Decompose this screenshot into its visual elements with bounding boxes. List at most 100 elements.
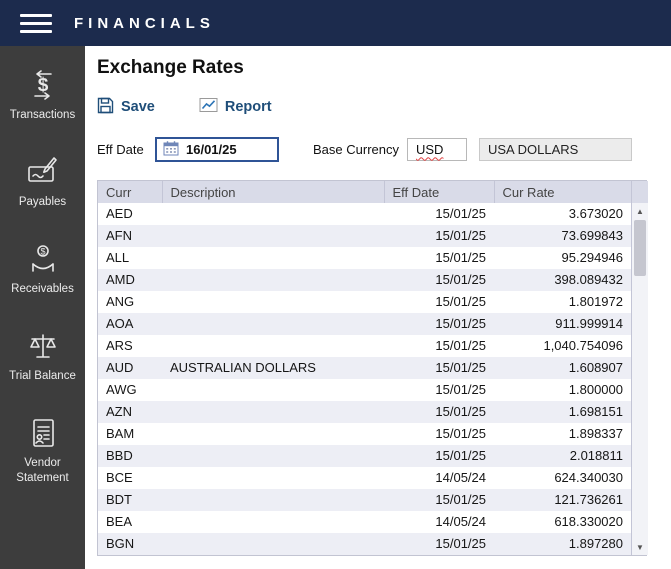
table-row[interactable]: BBD 15/01/25 2.018811 <box>98 445 631 467</box>
cell-desc <box>162 269 384 291</box>
hamburger-menu-icon[interactable] <box>20 9 52 38</box>
cell-curr: AMD <box>106 272 135 287</box>
cell-rate: 618.330020 <box>554 514 623 529</box>
table-row[interactable]: BAM 15/01/25 1.898337 <box>98 423 631 445</box>
table-row[interactable]: ANG 15/01/25 1.801972 <box>98 291 631 313</box>
cell-desc <box>162 511 384 533</box>
app-window: FINANCIALS $ Transactions Payables $ Rec… <box>0 0 671 569</box>
table-row[interactable]: BDT 15/01/25 121.736261 <box>98 489 631 511</box>
scrollbar-header-cap <box>632 181 648 203</box>
save-button[interactable]: Save <box>97 97 155 118</box>
cell-curr: ARS <box>106 338 133 353</box>
column-header-description[interactable]: Description <box>162 181 385 203</box>
table-row[interactable]: AMD 15/01/25 398.089432 <box>98 269 631 291</box>
table-row[interactable]: AWG 15/01/25 1.800000 <box>98 379 631 401</box>
cell-desc <box>162 445 384 467</box>
cell-rate: 1.898337 <box>568 426 623 441</box>
cell-rate: 1.698151 <box>568 404 623 419</box>
sidebar-item-vendor-statement[interactable]: Vendor Statement <box>0 414 85 486</box>
cell-curr: AWG <box>106 382 137 397</box>
cell-curr: BCE <box>106 470 133 485</box>
exchange-rates-table: Curr Description Eff Date Cur Rate AED 15… <box>97 180 648 556</box>
cell-curr: BGN <box>106 536 135 551</box>
sidebar-item-trial-balance[interactable]: Trial Balance <box>0 327 85 384</box>
exchange-rates-tbody: AED 15/01/25 3.673020 AFN 15/01/25 73.699843 A… <box>98 203 631 555</box>
table-row[interactable]: AOA 15/01/25 911.999914 <box>98 313 631 335</box>
cell-rate: 73.699843 <box>561 228 623 243</box>
cell-curr: AFN <box>106 228 132 243</box>
table-row[interactable]: AZN 15/01/25 1.698151 <box>98 401 631 423</box>
report-chart-icon <box>199 97 218 117</box>
eff-date-input[interactable]: 16/01/25 <box>155 136 279 162</box>
sidebar-item-label: Transactions <box>9 109 76 121</box>
table-row[interactable]: ARS 15/01/25 1,040.754096 <box>98 335 631 357</box>
cell-date: 15/01/25 <box>435 272 486 287</box>
sidebar: $ Transactions Payables $ Receivables Tr… <box>0 46 85 569</box>
svg-text:$: $ <box>40 247 45 257</box>
page-title: Exchange Rates <box>97 57 244 78</box>
cell-rate: 95.294946 <box>561 250 623 265</box>
cell-curr: AUD <box>106 360 134 375</box>
cell-desc <box>162 401 384 423</box>
app-title: FINANCIALS <box>74 14 215 32</box>
base-currency-label: Base Currency <box>313 141 399 157</box>
column-header-cur-rate[interactable]: Cur Rate <box>494 181 631 203</box>
report-button[interactable]: Report <box>199 97 272 117</box>
cell-rate: 1,040.754096 <box>543 338 623 353</box>
cell-rate: 1.800000 <box>568 382 623 397</box>
cell-desc <box>162 291 384 313</box>
cell-curr: ALL <box>106 250 130 265</box>
scroll-up-button[interactable]: ▲ <box>632 203 648 219</box>
cell-date: 15/01/25 <box>435 338 486 353</box>
cell-desc <box>162 247 384 269</box>
scrollbar-thumb[interactable] <box>634 220 646 276</box>
filter-form: Eff Date 16/01/25 Base Currency USD USA … <box>97 136 671 162</box>
cell-rate: 398.089432 <box>554 272 623 287</box>
sidebar-item-label: Payables <box>18 196 67 208</box>
eff-date-label: Eff Date <box>97 141 144 157</box>
dollar-transfer-icon: $ <box>26 66 60 104</box>
sidebar-item-payables[interactable]: Payables <box>0 153 85 210</box>
cell-rate: 911.999914 <box>555 316 623 331</box>
cell-date: 15/01/25 <box>435 228 486 243</box>
cell-desc <box>162 423 384 445</box>
calendar-icon[interactable] <box>163 140 179 159</box>
cell-rate: 1.897280 <box>568 536 623 551</box>
cell-curr: BAM <box>106 426 135 441</box>
column-header-curr[interactable]: Curr <box>98 181 163 203</box>
svg-text:$: $ <box>37 75 48 96</box>
cell-curr: BEA <box>106 514 133 529</box>
cell-date: 15/01/25 <box>435 250 486 265</box>
base-currency-name-field: USA DOLLARS <box>478 137 632 161</box>
table-row[interactable]: BCE 14/05/24 624.340030 <box>98 467 631 489</box>
cell-curr: AZN <box>106 404 132 419</box>
scrollbar-track[interactable] <box>632 219 648 539</box>
table-row[interactable]: BGN 15/01/25 1.897280 <box>98 533 631 555</box>
table-row[interactable]: ALL 15/01/25 95.294946 <box>98 247 631 269</box>
cell-curr: ANG <box>106 294 135 309</box>
cell-desc <box>162 379 384 401</box>
cell-date: 15/01/25 <box>435 536 486 551</box>
cell-desc <box>162 203 384 225</box>
cell-desc <box>162 533 384 555</box>
cell-date: 15/01/25 <box>435 316 486 331</box>
base-currency-input[interactable]: USD <box>406 137 467 161</box>
report-label: Report <box>224 99 272 115</box>
cell-date: 15/01/25 <box>435 360 486 375</box>
main-content: Exchange Rates Save Report Eff Date 16/0… <box>85 46 671 569</box>
table-row[interactable]: AUD AUSTRALIAN DOLLARS 15/01/25 1.608907 <box>98 357 631 379</box>
table-row[interactable]: AFN 15/01/25 73.699843 <box>98 225 631 247</box>
cell-curr: BDT <box>106 492 132 507</box>
table-row[interactable]: AED 15/01/25 3.673020 <box>98 203 631 225</box>
column-header-eff-date[interactable]: Eff Date <box>384 181 495 203</box>
table-row[interactable]: BEA 14/05/24 618.330020 <box>98 511 631 533</box>
vendor-document-icon <box>26 414 60 452</box>
cell-date: 14/05/24 <box>435 514 486 529</box>
sidebar-item-receivables[interactable]: $ Receivables <box>0 240 85 297</box>
sidebar-item-transactions[interactable]: $ Transactions <box>0 66 85 123</box>
cell-date: 14/05/24 <box>435 470 486 485</box>
scroll-down-button[interactable]: ▼ <box>632 539 648 555</box>
cell-desc <box>162 489 384 511</box>
cell-desc <box>162 313 384 335</box>
cell-curr: BBD <box>106 448 133 463</box>
